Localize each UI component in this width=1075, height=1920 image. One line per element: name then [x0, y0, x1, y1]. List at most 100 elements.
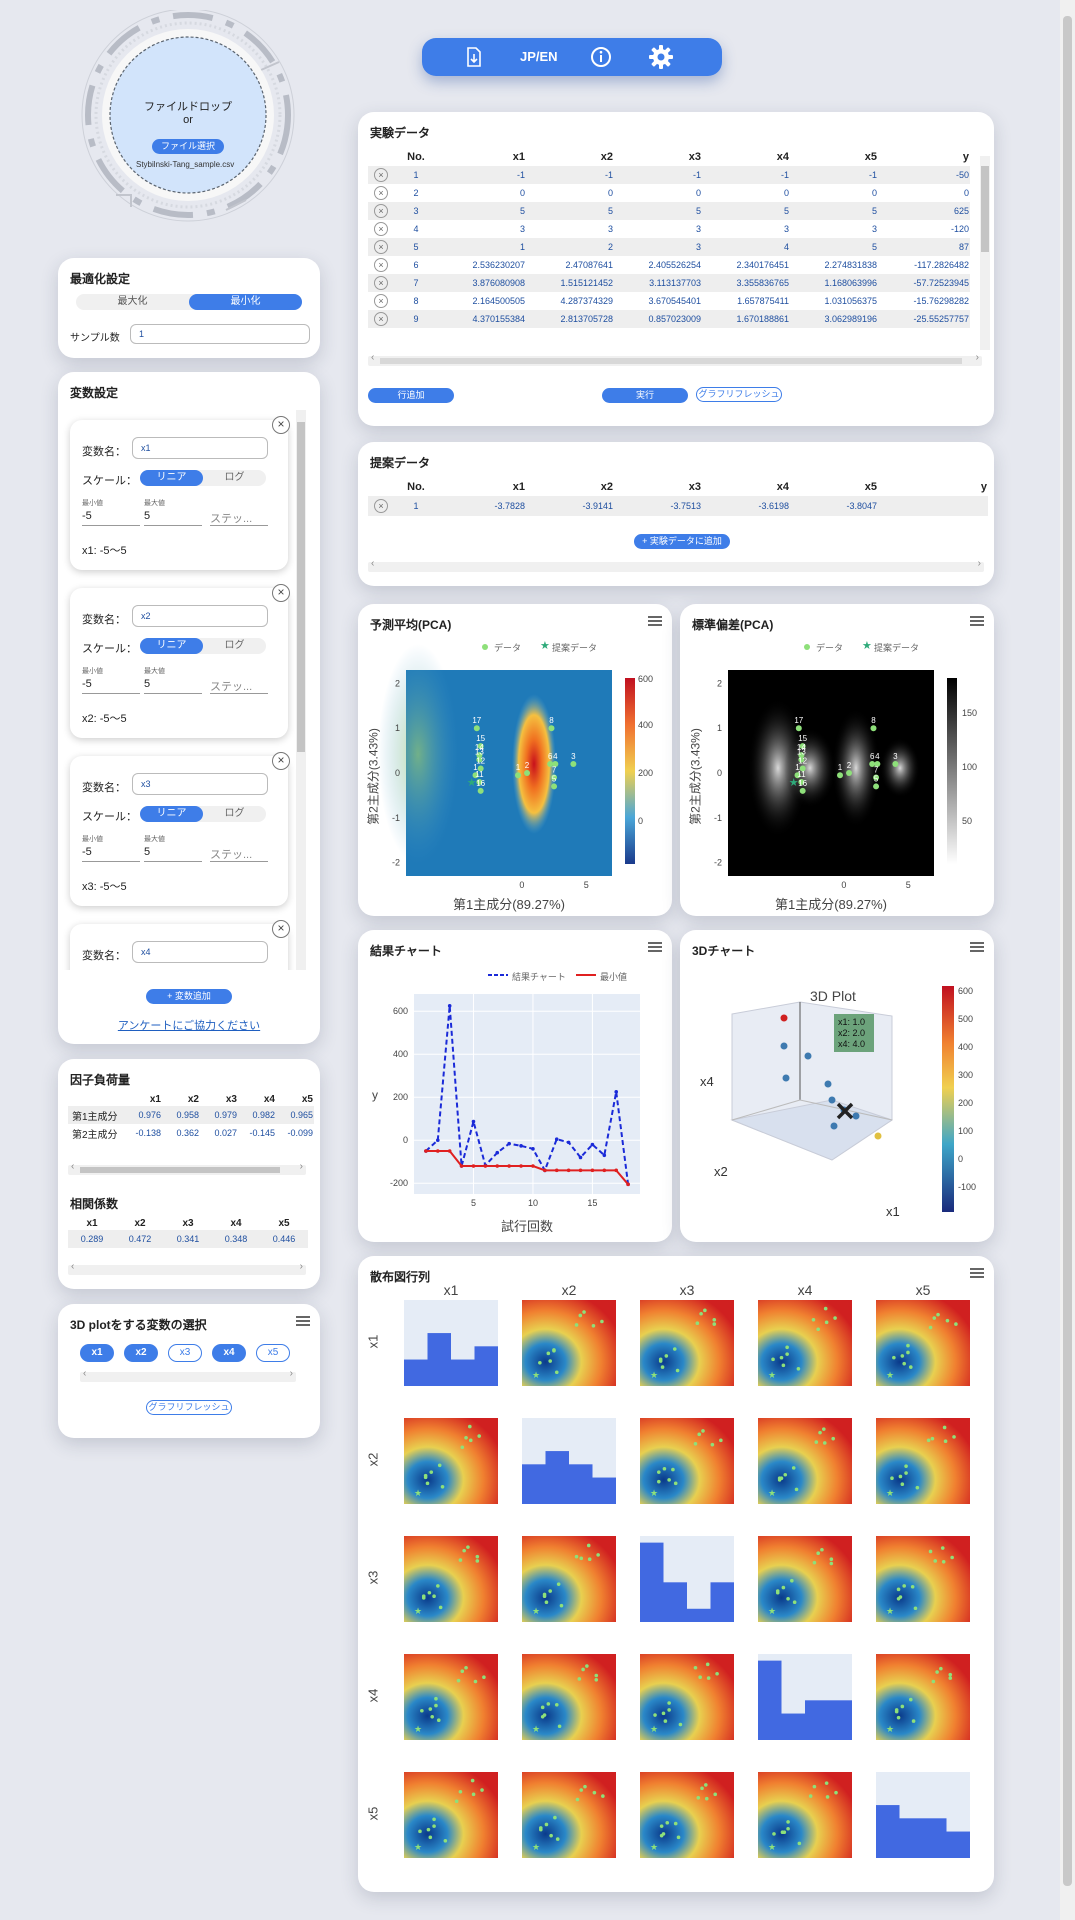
cell[interactable]: 0 — [526, 184, 614, 202]
remove-variable-button[interactable]: × — [272, 752, 290, 770]
remove-variable-button[interactable]: × — [272, 416, 290, 434]
add-row-button[interactable]: 行追加 — [368, 388, 454, 403]
plot3d-refresh-button[interactable]: グラフリフレッシュ — [146, 1400, 232, 1415]
cell[interactable]: 2.405526254 — [614, 256, 702, 274]
cell[interactable]: 7 — [394, 274, 438, 292]
cell[interactable]: -3.7828 — [438, 496, 526, 516]
cell[interactable]: 1 — [438, 238, 526, 256]
scale-log[interactable]: ログ — [203, 638, 266, 654]
chart3d-plot[interactable] — [680, 930, 994, 1242]
scale-linear[interactable]: リニア — [140, 806, 203, 822]
cell[interactable]: 0 — [614, 184, 702, 202]
remove-variable-button[interactable]: × — [272, 584, 290, 602]
variable-chip-x5[interactable]: x5 — [256, 1344, 290, 1362]
scatter-matrix-grid[interactable]: x1 x2 x3 x4 x5 x1 x2 x3 x4 x5 ★ ★ ★ ★ ★ ★ ★ ★ ★ ★ ★ ★ ★ ★ ★ ★ ★ ★ ★ ★ — [358, 1256, 994, 1892]
cell[interactable]: 2 — [526, 238, 614, 256]
scale-toggle[interactable]: リニア ログ — [140, 638, 266, 654]
heatmap-cell[interactable]: ★ — [404, 1418, 500, 1518]
heatmap-cell[interactable]: ★ — [522, 1654, 618, 1754]
histogram-cell[interactable] — [640, 1536, 736, 1636]
cell[interactable]: 2.813705728 — [526, 310, 614, 328]
cell[interactable]: 3 — [614, 220, 702, 238]
cell[interactable]: -3.6198 — [702, 496, 790, 516]
cell[interactable]: 9 — [394, 310, 438, 328]
cell[interactable]: 3.062989196 — [790, 310, 878, 328]
histogram-cell[interactable] — [404, 1300, 500, 1400]
cell[interactable]: 3.876080908 — [438, 274, 526, 292]
min-input[interactable]: -5 — [82, 846, 140, 862]
cell[interactable] — [878, 496, 988, 516]
cell[interactable]: 2.47087641 — [526, 256, 614, 274]
variable-name-input[interactable]: x2 — [132, 605, 268, 627]
proposed-scrollbar[interactable] — [368, 558, 984, 572]
variable-name-input[interactable]: x1 — [132, 437, 268, 459]
cell[interactable]: 5 — [526, 202, 614, 220]
max-input[interactable]: 5 — [144, 846, 202, 862]
delete-row-icon[interactable]: × — [374, 204, 388, 218]
cell[interactable]: -120 — [878, 220, 970, 238]
max-input[interactable]: 5 — [144, 510, 202, 526]
cell[interactable]: 5 — [702, 202, 790, 220]
add-variable-button[interactable]: + 変数追加 — [146, 989, 232, 1004]
min-input[interactable]: -5 — [82, 510, 140, 526]
cell[interactable]: -1 — [526, 166, 614, 184]
histogram-cell[interactable] — [758, 1654, 854, 1754]
language-toggle[interactable]: JP/EN — [520, 49, 558, 64]
cell[interactable]: -15.76298282 — [878, 292, 970, 310]
maximize-option[interactable]: 最大化 — [76, 294, 189, 310]
cell[interactable]: 3 — [790, 220, 878, 238]
page-scrollbar[interactable] — [1060, 0, 1075, 1920]
heatmap-cell[interactable]: ★ — [404, 1654, 500, 1754]
cell[interactable]: 2.164500505 — [438, 292, 526, 310]
cell[interactable]: 2 — [394, 184, 438, 202]
info-icon[interactable] — [590, 46, 612, 68]
histogram-cell[interactable] — [876, 1772, 972, 1872]
cell[interactable]: 2.536230207 — [438, 256, 526, 274]
cell[interactable]: -117.2826482 — [878, 256, 970, 274]
cell[interactable]: 4 — [394, 220, 438, 238]
cell[interactable]: -57.72523945 — [878, 274, 970, 292]
cell[interactable]: 2.340176451 — [702, 256, 790, 274]
delete-row-icon[interactable]: × — [374, 312, 388, 326]
heatmap-cell[interactable]: ★ — [522, 1772, 618, 1872]
delete-row-icon[interactable]: × — [374, 240, 388, 254]
cell[interactable]: 5 — [614, 202, 702, 220]
cell[interactable]: 1 — [394, 166, 438, 184]
scale-linear[interactable]: リニア — [140, 638, 203, 654]
cell[interactable]: 5 — [394, 238, 438, 256]
cell[interactable]: -3.9141 — [526, 496, 614, 516]
file-drop-zone[interactable]: ファイルドロップ or ファイル選択 Stybilnski-Tang_sampl… — [76, 8, 306, 240]
cell[interactable]: -50 — [878, 166, 970, 184]
loading-table-scrollbar[interactable] — [68, 1161, 306, 1175]
cell[interactable]: 1 — [394, 496, 438, 516]
max-input[interactable]: 5 — [144, 678, 202, 694]
heatmap-cell[interactable]: ★ — [522, 1300, 618, 1400]
scale-toggle[interactable]: リニア ログ — [140, 806, 266, 822]
delete-row-icon[interactable]: × — [374, 222, 388, 236]
cell[interactable]: 5 — [790, 202, 878, 220]
scale-log[interactable]: ログ — [203, 470, 266, 486]
variable-list[interactable]: × 変数名： x1 スケール： リニア ログ 最小値 最大値 -5 5 ステッ..… — [58, 410, 308, 970]
heatmap-cell[interactable]: ★ — [640, 1772, 736, 1872]
cell[interactable]: -1 — [702, 166, 790, 184]
cell[interactable]: 4.370155384 — [438, 310, 526, 328]
add-to-experiment-button[interactable]: + 実験データに追加 — [634, 534, 730, 549]
cell[interactable]: 1.657875411 — [702, 292, 790, 310]
variable-name-input[interactable]: x4 — [132, 941, 268, 963]
cell[interactable]: 6 — [394, 256, 438, 274]
step-input[interactable]: ステッ... — [210, 510, 268, 526]
settings-gear-icon[interactable] — [648, 44, 674, 70]
heatmap-cell[interactable]: ★ — [640, 1418, 736, 1518]
min-input[interactable]: -5 — [82, 678, 140, 694]
heatmap-cell[interactable]: ★ — [640, 1300, 736, 1400]
scale-linear[interactable]: リニア — [140, 470, 203, 486]
cell[interactable]: 3 — [702, 220, 790, 238]
cell[interactable]: -1 — [614, 166, 702, 184]
heatmap-cell[interactable]: ★ — [876, 1300, 972, 1400]
cell[interactable]: 3 — [394, 202, 438, 220]
cell[interactable]: 625 — [878, 202, 970, 220]
heatmap-cell[interactable]: ★ — [640, 1654, 736, 1754]
step-input[interactable]: ステッ... — [210, 678, 268, 694]
file-select-button[interactable]: ファイル選択 — [152, 139, 224, 154]
cell[interactable]: 1.031056375 — [790, 292, 878, 310]
